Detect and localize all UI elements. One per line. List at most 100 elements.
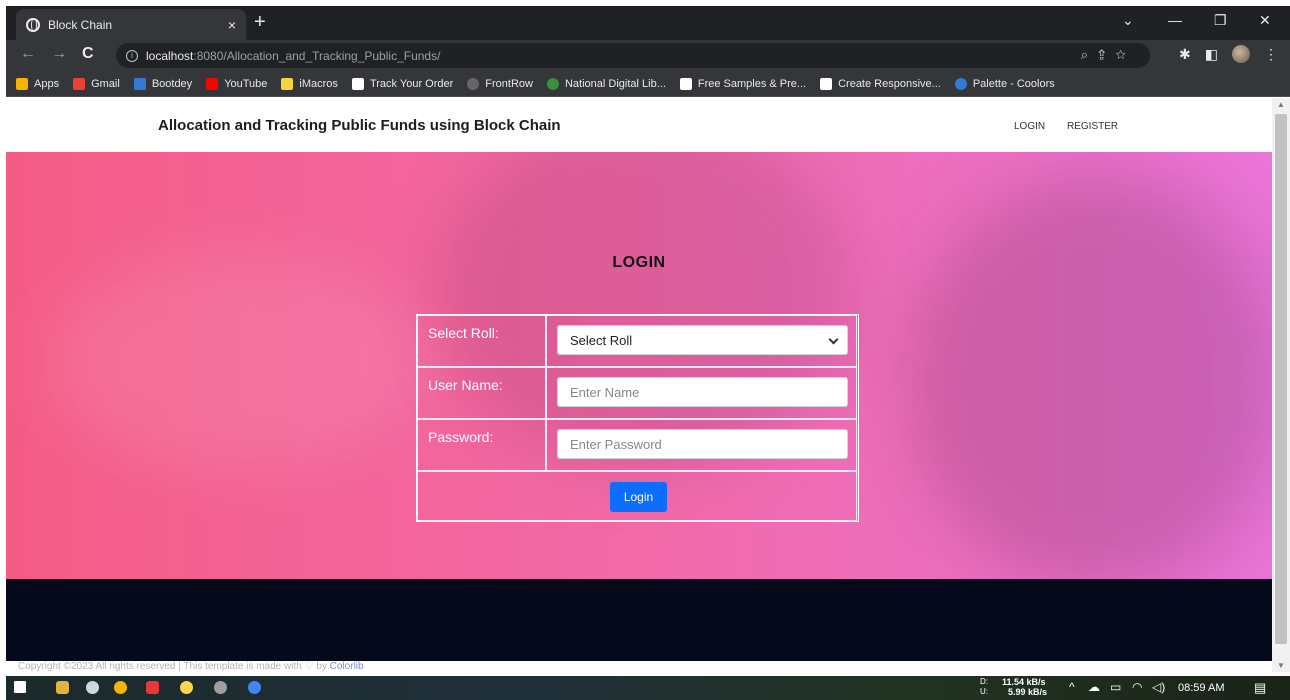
role-label: Select Roll: <box>428 325 499 341</box>
footer <box>6 579 1272 661</box>
bookmark-item[interactable]: Gmail <box>73 77 120 90</box>
drive-d-label: D: <box>980 677 988 686</box>
bookmark-item[interactable]: Create Responsive... <box>820 77 941 90</box>
chevron-down-icon <box>828 334 839 345</box>
bookmark-item[interactable]: FrontRow <box>467 77 533 90</box>
hero-section: LOGIN Select Roll: Select Roll User Name… <box>6 152 1272 579</box>
site-header: Allocation and Tracking Public Funds usi… <box>6 98 1272 152</box>
frontrow-icon <box>467 77 480 90</box>
tab-title: Block Chain <box>48 17 113 32</box>
folder-icon <box>281 77 294 90</box>
restore-button[interactable]: ❐ <box>1214 12 1227 29</box>
bookmark-label: Gmail <box>91 77 120 90</box>
cloud-icon[interactable]: ☁ <box>1088 680 1100 694</box>
role-select-value: Select Roll <box>570 332 633 348</box>
password-input[interactable]: Enter Password <box>557 429 848 459</box>
bookmark-label: Apps <box>34 77 60 90</box>
hero-background-shade <box>906 172 1272 579</box>
wifi-icon[interactable]: ◠ <box>1132 680 1142 694</box>
clock-time[interactable]: 08:59 AM <box>1178 682 1224 694</box>
taskbar-app-icon[interactable] <box>86 681 99 694</box>
drive-u-label: U: <box>980 687 988 696</box>
globe-icon <box>26 17 40 32</box>
chevron-up-icon[interactable]: ^ <box>1069 680 1075 694</box>
nav-login-link[interactable]: LOGIN <box>1014 121 1045 132</box>
menu-kebab-icon[interactable]: ⋮ <box>1264 46 1278 63</box>
url-host: localhost <box>146 48 194 63</box>
net-upload-speed: 11.54 kB/s <box>1002 677 1046 687</box>
browser-tab[interactable]: Block Chain × <box>16 9 246 40</box>
web-page: Allocation and Tracking Public Funds usi… <box>6 98 1272 672</box>
reload-icon[interactable]: C <box>82 45 94 63</box>
taskbar-app-icon[interactable] <box>180 681 193 694</box>
copyright-text: Copyright ©2023 All rights reserved | Th… <box>18 661 364 672</box>
settings-gear-icon[interactable] <box>214 681 227 694</box>
nav-register-link[interactable]: REGISTER <box>1067 121 1118 132</box>
username-label: User Name: <box>428 377 503 393</box>
side-panel-icon[interactable]: ◧ <box>1205 46 1218 63</box>
chrome-profile-icon[interactable] <box>248 681 261 694</box>
scrollbar-thumb[interactable] <box>1275 114 1287 644</box>
bookmark-item[interactable]: Track Your Order <box>351 77 454 90</box>
back-arrow-icon[interactable]: ← <box>20 45 36 63</box>
username-input-cell: Enter Name <box>546 367 857 419</box>
bootdey-icon <box>133 77 146 90</box>
extension-area: ✱ ◧ ⋮ <box>1179 45 1278 63</box>
file-explorer-icon[interactable] <box>56 681 69 694</box>
role-select[interactable]: Select Roll <box>557 325 848 355</box>
forward-arrow-icon[interactable]: → <box>51 45 67 63</box>
bookmark-label: National Digital Lib... <box>564 77 666 90</box>
coolors-icon <box>954 77 967 90</box>
zoom-share-star-icons[interactable]: ⌕⇪☆ <box>1081 47 1136 63</box>
extensions-puzzle-icon[interactable]: ✱ <box>1179 46 1191 63</box>
close-window-button[interactable]: ✕ <box>1259 12 1271 29</box>
page-scrollbar[interactable]: ▲ ▼ <box>1272 98 1290 672</box>
youtube-icon <box>206 77 219 90</box>
site-brand[interactable]: Allocation and Tracking Public Funds usi… <box>158 117 561 134</box>
bookmark-label: Free Samples & Pre... <box>697 77 807 90</box>
minimize-button[interactable]: — <box>1168 12 1182 28</box>
login-button[interactable]: Login <box>610 482 667 512</box>
bookmark-label: YouTube <box>224 77 268 90</box>
address-bar[interactable]: i localhost :8080/Allocation_and_Trackin… <box>116 43 1150 68</box>
password-label: Password: <box>428 429 494 445</box>
bookmark-label: FrontRow <box>485 77 533 90</box>
login-heading: LOGIN <box>612 254 666 271</box>
chrome-icon[interactable] <box>114 681 127 694</box>
bookmark-label: Track Your Order <box>369 77 454 90</box>
bookmarks-bar: Apps Gmail Bootdey YouTube iMacros Track… <box>6 71 1290 97</box>
bookmark-label: Create Responsive... <box>838 77 941 90</box>
ndl-icon <box>546 77 559 90</box>
tab-search-icon[interactable]: ⌄ <box>1122 12 1134 29</box>
tab-close-button[interactable]: × <box>228 17 236 33</box>
new-tab-button[interactable]: + <box>254 11 266 34</box>
copyright-prefix: Copyright ©2023 All rights reserved | Th… <box>18 661 330 672</box>
windows-start-icon[interactable] <box>14 681 26 693</box>
bookmark-item[interactable]: Palette - Coolors <box>954 77 1055 90</box>
free-samples-icon <box>679 77 692 90</box>
username-label-cell: User Name: <box>417 367 546 419</box>
password-input-cell: Enter Password <box>546 419 857 471</box>
notifications-icon[interactable]: ▤ <box>1254 680 1266 696</box>
colorlib-link[interactable]: Colorlib <box>330 661 364 672</box>
profile-avatar-icon[interactable] <box>1232 45 1250 63</box>
browser-toolbar: ← → C i localhost :8080/Allocation_and_T… <box>6 40 1290 71</box>
battery-icon[interactable]: ▭ <box>1110 680 1121 694</box>
bookmark-item[interactable]: National Digital Lib... <box>546 77 666 90</box>
bookmark-label: Bootdey <box>151 77 193 90</box>
login-form: Select Roll: Select Roll User Name: Ente… <box>416 314 859 522</box>
taskbar-app-icon[interactable] <box>146 681 159 694</box>
bookmark-item[interactable]: YouTube <box>206 77 268 90</box>
bookmark-item[interactable]: Apps <box>16 77 60 90</box>
url-path: :8080/Allocation_and_Tracking_Public_Fun… <box>193 48 441 63</box>
scroll-down-arrow-icon[interactable]: ▼ <box>1277 661 1285 670</box>
net-download-speed: 5.99 kB/s <box>1008 687 1048 697</box>
browser-window: Block Chain × + ⌄ — ❐ ✕ ← → C i localhos… <box>0 0 1290 700</box>
bookmark-item[interactable]: Bootdey <box>133 77 193 90</box>
username-input[interactable]: Enter Name <box>557 377 848 407</box>
bookmark-item[interactable]: Free Samples & Pre... <box>679 77 807 90</box>
volume-icon[interactable]: ◁) <box>1152 680 1165 694</box>
bookmark-item[interactable]: iMacros <box>281 77 338 90</box>
scroll-up-arrow-icon[interactable]: ▲ <box>1277 100 1285 109</box>
info-icon[interactable]: i <box>126 49 138 62</box>
